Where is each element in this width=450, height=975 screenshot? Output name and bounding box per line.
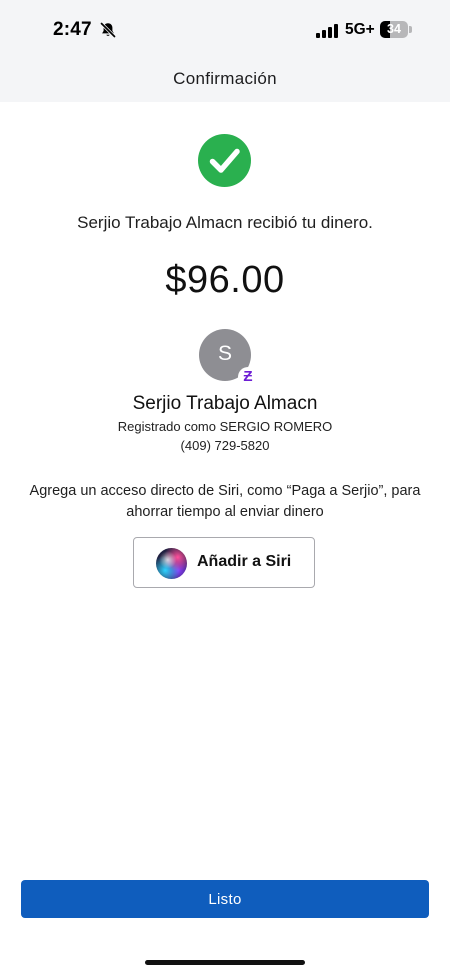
- top-bar: 2:47 5G+ 34 Confirmación: [0, 0, 450, 102]
- page-title: Confirmación: [173, 69, 277, 88]
- network-type: 5G+: [345, 21, 375, 38]
- siri-shortcut-hint: Agrega un acceso directo de Siri, como “…: [29, 483, 421, 520]
- status-time: 2:47: [53, 19, 92, 40]
- checkmark-circle-icon: [198, 134, 251, 187]
- add-to-siri-label: Añadir a Siri: [197, 553, 292, 570]
- avatar-initial: S: [217, 342, 232, 365]
- battery-icon: 34: [380, 21, 408, 38]
- recipient-registered-as: Registrado como SERGIO ROMERO: [117, 419, 333, 434]
- home-indicator: [145, 960, 305, 965]
- signal-bars-icon: [316, 24, 338, 38]
- bell-slash-icon: [100, 22, 116, 38]
- done-button[interactable]: Listo: [21, 880, 429, 918]
- zelle-glyph: Ƶ: [243, 368, 253, 385]
- done-button-label: Listo: [208, 891, 242, 908]
- recipient-phone: (409) 729-5820: [180, 438, 270, 453]
- battery-level: 34: [387, 22, 401, 36]
- recipient-name: Serjio Trabajo Almacn: [132, 393, 318, 414]
- confirmation-message: Serjio Trabajo Almacn recibió tu dinero.: [77, 213, 373, 232]
- amount-sent: $96.00: [165, 259, 285, 301]
- add-to-siri-button[interactable]: Añadir a Siri: [133, 537, 315, 588]
- zelle-icon: Ƶ: [238, 367, 258, 387]
- siri-icon: [156, 548, 187, 579]
- battery-cap: [409, 26, 412, 33]
